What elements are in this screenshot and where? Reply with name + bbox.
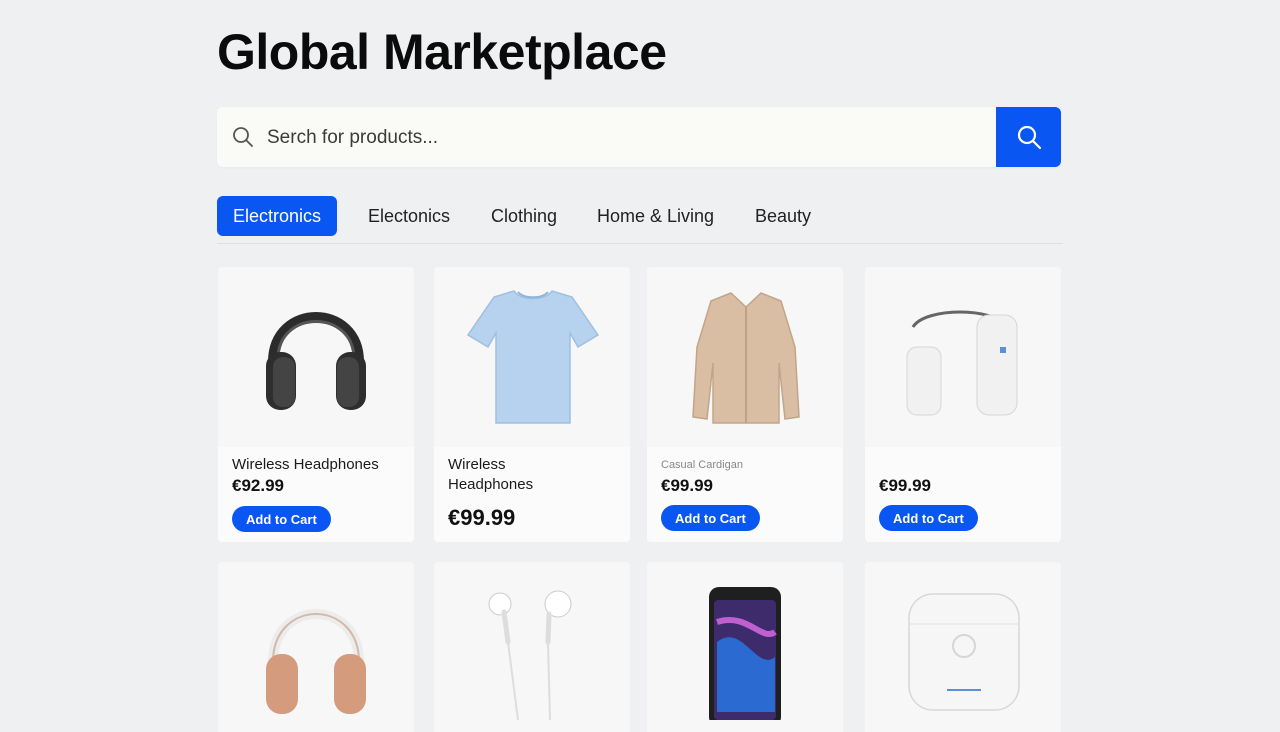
product-card[interactable]: Casual Cardigan €99.99 Add to Cart: [647, 267, 843, 542]
product-image: [647, 562, 843, 732]
add-to-cart-button[interactable]: Add to Cart: [661, 505, 760, 531]
neckband-earbuds-icon: [906, 310, 1018, 416]
product-name: Wireless Headphones: [448, 456, 534, 493]
headphones-icon: [266, 312, 366, 410]
product-card[interactable]: Wireless Headphones €92.99 Add to Cart: [218, 267, 414, 542]
search-icon: [233, 127, 253, 147]
search-icon: [1017, 125, 1042, 150]
product-card[interactable]: [434, 562, 630, 732]
product-image: [865, 562, 1061, 732]
earphones-icon: [488, 590, 572, 721]
cardigan-icon: [692, 292, 800, 424]
t-shirt-icon: [466, 290, 600, 424]
search-input[interactable]: [265, 121, 989, 155]
product-card[interactable]: [218, 562, 414, 732]
product-price: €99.99: [879, 476, 931, 495]
product-card[interactable]: €99.99 Add to Cart: [865, 267, 1061, 542]
product-image: [434, 562, 630, 732]
product-image: [434, 267, 630, 447]
search-button[interactable]: [996, 107, 1061, 167]
headphones-icon: [266, 609, 366, 714]
product-image: [865, 267, 1061, 447]
product-image: [218, 562, 414, 732]
tab-electronics-active[interactable]: Electronics: [217, 196, 338, 236]
product-card[interactable]: [647, 562, 843, 732]
product-image: [647, 267, 843, 447]
category-tabs: Electronics Electonics Clothing Home & L…: [217, 196, 1063, 244]
product-price: €99.99: [448, 505, 516, 530]
product-card[interactable]: [865, 562, 1061, 732]
charging-case-icon: [908, 593, 1020, 711]
product-price: €92.99: [232, 476, 284, 495]
search-bar: [217, 107, 1061, 167]
product-price: €99.99: [661, 476, 713, 495]
smartphone-icon: [709, 587, 781, 727]
marketplace-page: Global Marketplace Electronics Electonic…: [0, 0, 1280, 732]
product-card[interactable]: Wireless Headphones €99.99: [434, 267, 630, 542]
page-title: Global Marketplace: [217, 24, 667, 80]
product-name: Casual Cardigan: [661, 459, 743, 471]
tab-home-living[interactable]: Home & Living: [597, 196, 714, 236]
tab-electronics[interactable]: Electonics: [368, 196, 450, 236]
tab-clothing[interactable]: Clothing: [491, 196, 557, 236]
product-name: Wireless Headphones: [232, 456, 379, 473]
product-image: [218, 267, 414, 447]
add-to-cart-button[interactable]: Add to Cart: [232, 506, 331, 532]
tab-beauty[interactable]: Beauty: [755, 196, 811, 236]
add-to-cart-button[interactable]: Add to Cart: [879, 505, 978, 531]
